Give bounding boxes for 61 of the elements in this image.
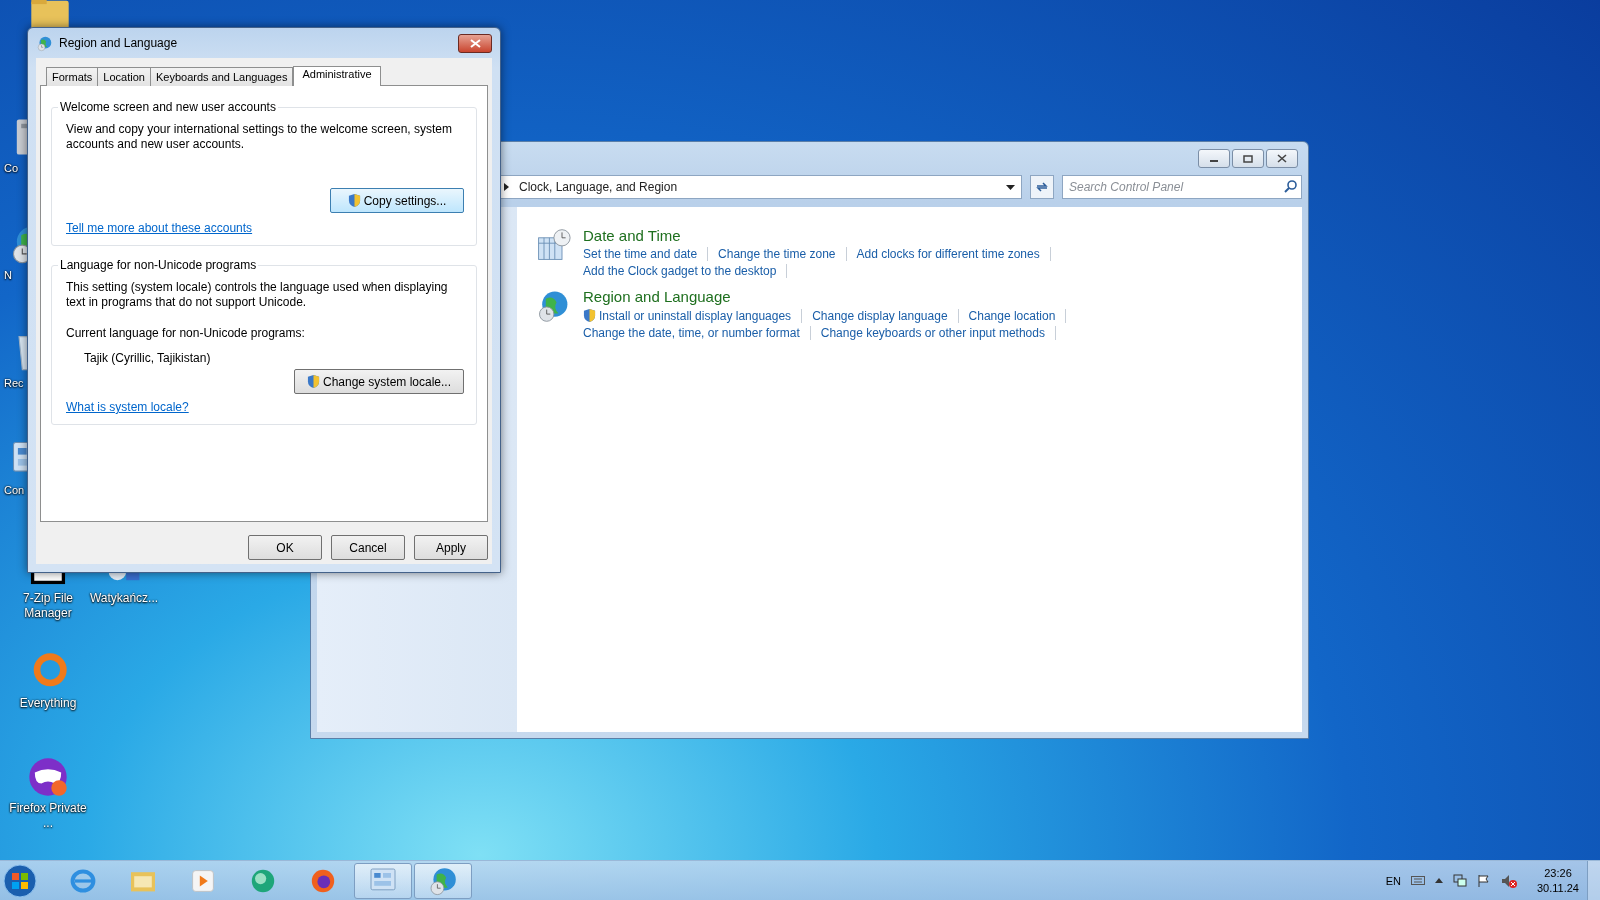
help-link[interactable]: Tell me more about these accounts bbox=[66, 221, 253, 235]
close-icon bbox=[469, 38, 481, 48]
tab[interactable]: Keyboards and Languages bbox=[149, 67, 294, 86]
desktop-icon-label[interactable]: N bbox=[4, 268, 12, 283]
desktop-app-icon bbox=[26, 755, 70, 799]
desktop-icon-label[interactable]: Co bbox=[4, 161, 19, 176]
clock-time[interactable]: 23:26 bbox=[1544, 865, 1572, 881]
category-title[interactable]: Region and Language bbox=[583, 288, 1077, 305]
keyboard-icon[interactable] bbox=[1411, 876, 1425, 885]
uac-button[interactable]: Copy settings... bbox=[330, 188, 464, 213]
group-heading: Welcome screen and new user accounts bbox=[59, 100, 277, 114]
category-title[interactable]: Date and Time bbox=[583, 227, 1061, 244]
calendar-clock-icon bbox=[535, 227, 571, 263]
task-link[interactable]: Change the date, time, or number format bbox=[583, 326, 800, 340]
task-link[interactable]: Change keyboards or other input methods bbox=[820, 326, 1045, 340]
search-field[interactable]: Search Control Panel bbox=[1062, 175, 1302, 199]
maximize-button[interactable] bbox=[1232, 149, 1264, 168]
uac-button[interactable]: Change system locale... bbox=[294, 369, 464, 394]
taskbar-button[interactable] bbox=[414, 862, 472, 899]
group-heading: Language for non-Unicode programs bbox=[59, 258, 258, 272]
desktop-icon-label[interactable]: Rec bbox=[4, 376, 24, 391]
task-link[interactable]: Set the time and date bbox=[583, 247, 698, 261]
task-link[interactable]: Add the Clock gadget to the desktop bbox=[583, 264, 777, 278]
shield-icon bbox=[347, 193, 361, 208]
maximize-icon bbox=[1243, 154, 1253, 163]
tab[interactable]: Location bbox=[97, 67, 151, 86]
dialog-button[interactable]: Apply bbox=[414, 535, 488, 560]
current-locale: Tajik (Cyrillic, Tajikistan) bbox=[84, 351, 212, 365]
globe-clock-icon bbox=[36, 34, 53, 52]
close-icon bbox=[1277, 154, 1287, 163]
field-label: Current language for non-Unicode programs: bbox=[66, 326, 306, 341]
minimize-button[interactable] bbox=[1198, 149, 1230, 168]
refresh-button[interactable] bbox=[1030, 175, 1054, 199]
network-icon[interactable] bbox=[1453, 873, 1467, 888]
speaker-muted-icon[interactable] bbox=[1501, 873, 1517, 888]
window-title: Region and Language bbox=[59, 36, 179, 50]
task-link[interactable]: Change location bbox=[968, 308, 1056, 323]
task-link[interactable]: Add clocks for different time zones bbox=[856, 247, 1040, 261]
flag-icon[interactable] bbox=[1477, 873, 1491, 888]
task-link[interactable]: Install or uninstall display languages bbox=[583, 308, 792, 323]
help-link[interactable]: What is system locale? bbox=[66, 400, 189, 414]
desktop-icon-label[interactable]: Con bbox=[4, 483, 25, 498]
tray-expand-icon[interactable] bbox=[1435, 878, 1443, 883]
description-text: This setting (system locale) controls the language used when displaying text in programs that do not support Unicode. bbox=[66, 280, 449, 310]
dropdown-caret-icon[interactable] bbox=[1006, 184, 1015, 190]
search-icon bbox=[1284, 180, 1297, 193]
tab[interactable]: Administrative bbox=[293, 66, 381, 86]
breadcrumb[interactable]: Clock, Language, and Region bbox=[519, 180, 996, 194]
refresh-icon bbox=[1035, 181, 1049, 193]
dialog-button[interactable]: OK bbox=[248, 535, 322, 560]
close-button[interactable] bbox=[458, 33, 492, 53]
close-button[interactable] bbox=[1266, 149, 1298, 168]
shield-icon bbox=[306, 374, 320, 389]
task-link[interactable]: Change display language bbox=[812, 308, 948, 323]
tab[interactable]: Formats bbox=[46, 67, 99, 86]
description-text: View and copy your international settings to the welcome screen, system accounts and new user accounts. bbox=[66, 122, 453, 152]
chevron-icon bbox=[504, 183, 509, 191]
dialog-button[interactable]: Cancel bbox=[331, 535, 405, 560]
language-indicator[interactable]: EN bbox=[1385, 874, 1401, 887]
task-link[interactable]: Change the time zone bbox=[718, 247, 836, 261]
clock-date[interactable]: 30.11.24 bbox=[1537, 880, 1579, 896]
